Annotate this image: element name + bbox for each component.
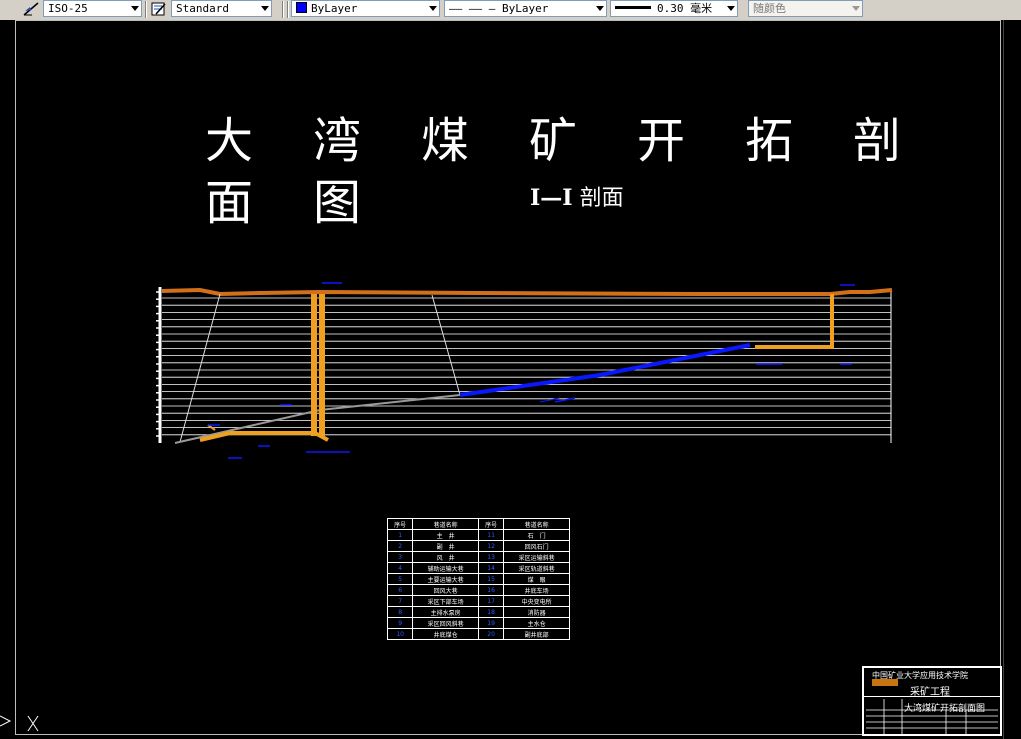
legend-number: 5 [386,573,414,585]
title-block-divider [864,696,1000,697]
legend-roadway-name: 井底车场 [503,584,570,596]
ucs-icon [0,715,39,732]
legend-number: 17 [477,595,505,607]
legend-number: 6 [386,584,414,596]
legend-header-row: 序号 巷道名称 序号 巷道名称 [386,518,570,530]
legend-row: 9 采区回风斜巷 19 主水仓 [386,617,570,629]
legend-roadway-name: 采区回风斜巷 [412,617,479,629]
legend-number: 9 [386,617,414,629]
legend-row: 4 辅助运输大巷 14 采区轨道斜巷 [386,562,570,574]
shaft-inclined-line [179,293,221,443]
legend-roadway-name: 副 井 [412,540,479,552]
legend-roadway-name: 采区轨道斜巷 [503,562,570,574]
legend-row: 3风 井 13 采区运输斜巷 [386,551,570,563]
legend-number: 8 [386,606,414,618]
auxiliary-shaft [319,294,325,436]
legend-roadway-name: 主水仓 [503,617,570,629]
legend-row: 6 回风大巷 16 井底车场 [386,584,570,596]
legend-roadway-name: 副井底部 [503,628,570,640]
legend-number: 7 [386,595,414,607]
drawing-name: 大湾煤矿开拓剖面图 [904,704,986,714]
ground-surface-line [161,287,893,297]
legend-roadway-name: 采区运输斜巷 [503,551,570,563]
main-shaft [311,294,317,436]
legend-number: 12 [477,540,505,552]
legend-roadway-name: 主排水泵房 [412,606,479,618]
ventilation-shaft [755,294,834,349]
inclined-line [431,294,461,396]
legend-roadway-name: 石 门 [503,529,570,541]
main-roadway [199,431,329,442]
legend-row: 8 主排水泵房 18 消防器 [386,606,570,618]
legend-roadway-name: 回风石门 [503,540,570,552]
legend-number: 1 [386,529,414,541]
legend-header: 巷道名称 [503,518,570,530]
legend-roadway-name: 主要运输大巷 [412,573,479,585]
legend-number: 16 [477,584,505,596]
school-name: 中国矿业大学应用技术学院 [872,671,968,680]
legend-number: 2 [386,540,414,552]
legend-roadway-name: 井底煤仓 [412,628,479,640]
legend-roadway-name: 回风大巷 [412,584,479,596]
elevation-scale-ticks [156,291,160,437]
legend-number: 15 [477,573,505,585]
legend-row: 5 主要运输大巷 15 煤 眼 [386,573,570,585]
roadway-legend-table: 序号 巷道名称 序号 巷道名称 1主 井 11 石 门2副 井 12 回风石门 3 风 井1… [386,518,570,640]
legend-number: 14 [477,562,505,574]
legend-number: 10 [386,628,414,640]
legend-roadway-name: 采区下部车场 [412,595,479,607]
legend-number: 19 [477,617,505,629]
legend-header: 巷道名称 [412,518,479,530]
legend-number: 20 [477,628,505,640]
legend-roadway-name: 消防器 [503,606,570,618]
legend-header: 序号 [477,518,505,530]
legend-roadway-name: 辅助运输大巷 [412,562,479,574]
legend-roadway-name: 风 井 [412,551,479,563]
legend-number: 18 [477,606,505,618]
legend-number: 13 [477,551,505,563]
legend-row: 10 井底煤仓 20 副井底部 [386,628,570,640]
legend-row: 7 采区下部车场 17 中央变电所 [386,595,570,607]
legend-row: 1主 井 11 石 门 [386,529,570,541]
elevation-grid-lines [162,297,891,436]
legend-row: 2副 井 12 回风石门 [386,540,570,552]
legend-number: 3 [386,551,414,563]
legend-roadway-name: 主 井 [412,529,479,541]
legend-number: 4 [386,562,414,574]
legend-roadway-name: 煤 眼 [503,573,570,585]
legend-roadway-name: 中央变电所 [503,595,570,607]
legend-number: 11 [477,529,505,541]
legend-header: 序号 [386,518,414,530]
title-block: 中国矿业大学应用技术学院 采矿工程 大湾煤矿开拓剖面图 [862,666,1002,736]
